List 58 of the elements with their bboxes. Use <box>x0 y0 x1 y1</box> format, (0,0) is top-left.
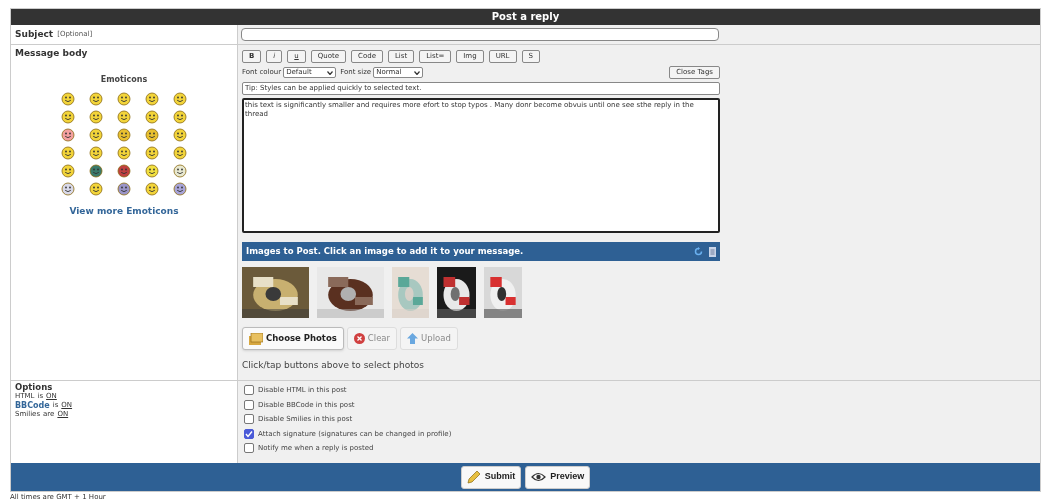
smiley-icon[interactable] <box>89 163 103 178</box>
smiley-icon[interactable] <box>89 181 103 196</box>
emoticons-title: Emoticons <box>99 73 149 86</box>
checkbox[interactable] <box>244 428 254 439</box>
refresh-icon[interactable] <box>694 247 703 256</box>
options-title: Options <box>15 383 53 392</box>
smiley-icon[interactable] <box>89 127 103 142</box>
smiley-icon[interactable] <box>117 181 131 196</box>
images-title: Images to Post. Click an image to add it to your message. <box>246 245 524 258</box>
field-label: Subject <box>15 27 54 41</box>
smiley-icon[interactable] <box>89 91 103 106</box>
photos-hint: Click/tap buttons above to select photos <box>242 359 425 372</box>
checkbox[interactable] <box>244 385 254 396</box>
smiley-icon[interactable] <box>117 163 131 178</box>
smiley-icon[interactable] <box>117 91 131 106</box>
smiley-icon[interactable] <box>145 163 159 178</box>
smiley-icon[interactable] <box>145 91 159 106</box>
smiley-icon[interactable] <box>145 127 159 142</box>
field-label: Message body <box>15 47 89 60</box>
view-more-link[interactable]: View more Emoticons <box>15 204 233 218</box>
smiley-icon[interactable] <box>89 145 103 160</box>
smiley-icon[interactable] <box>173 181 187 196</box>
eye-icon <box>531 472 547 482</box>
smiley-icon[interactable] <box>173 127 187 142</box>
pencil-icon <box>466 470 481 484</box>
panel-title: Post a reply <box>11 9 1040 25</box>
smiley-icon[interactable] <box>61 145 75 160</box>
bbcode-link[interactable]: BBCode <box>15 401 50 410</box>
checkbox[interactable] <box>244 414 254 425</box>
smiley-icon[interactable] <box>173 145 187 160</box>
checkbox[interactable] <box>244 443 254 454</box>
smiley-icon[interactable] <box>145 181 159 196</box>
photo-button[interactable]: Choose Photos <box>242 327 344 350</box>
smiley-icon[interactable] <box>173 91 187 106</box>
action-button[interactable]: Preview <box>525 465 591 489</box>
checkbox[interactable] <box>244 399 254 410</box>
check-icon <box>245 429 253 438</box>
smiley-icon[interactable] <box>61 127 75 142</box>
smiley-icon[interactable] <box>173 163 187 178</box>
smiley-icon[interactable] <box>61 109 75 124</box>
smiley-icon[interactable] <box>117 145 131 160</box>
smiley-icon[interactable] <box>117 127 131 142</box>
smiley-icon[interactable] <box>61 91 75 106</box>
chevron-icon <box>414 70 421 75</box>
smiley-icon[interactable] <box>89 109 103 124</box>
chevron-icon <box>327 70 334 75</box>
smiley-icon[interactable] <box>117 109 131 124</box>
smiley-icon[interactable] <box>145 145 159 160</box>
smiley-icon[interactable] <box>145 109 159 124</box>
smiley-icon[interactable] <box>61 163 75 178</box>
smiley-icon[interactable] <box>61 181 75 196</box>
document-icon[interactable] <box>709 246 716 257</box>
photos-icon <box>249 332 263 345</box>
upload-arrow-icon <box>407 333 419 344</box>
clear-icon <box>353 333 365 344</box>
subject-field[interactable] <box>241 28 719 41</box>
action-button[interactable]: Submit <box>460 465 522 489</box>
smiley-icon[interactable] <box>173 109 187 124</box>
